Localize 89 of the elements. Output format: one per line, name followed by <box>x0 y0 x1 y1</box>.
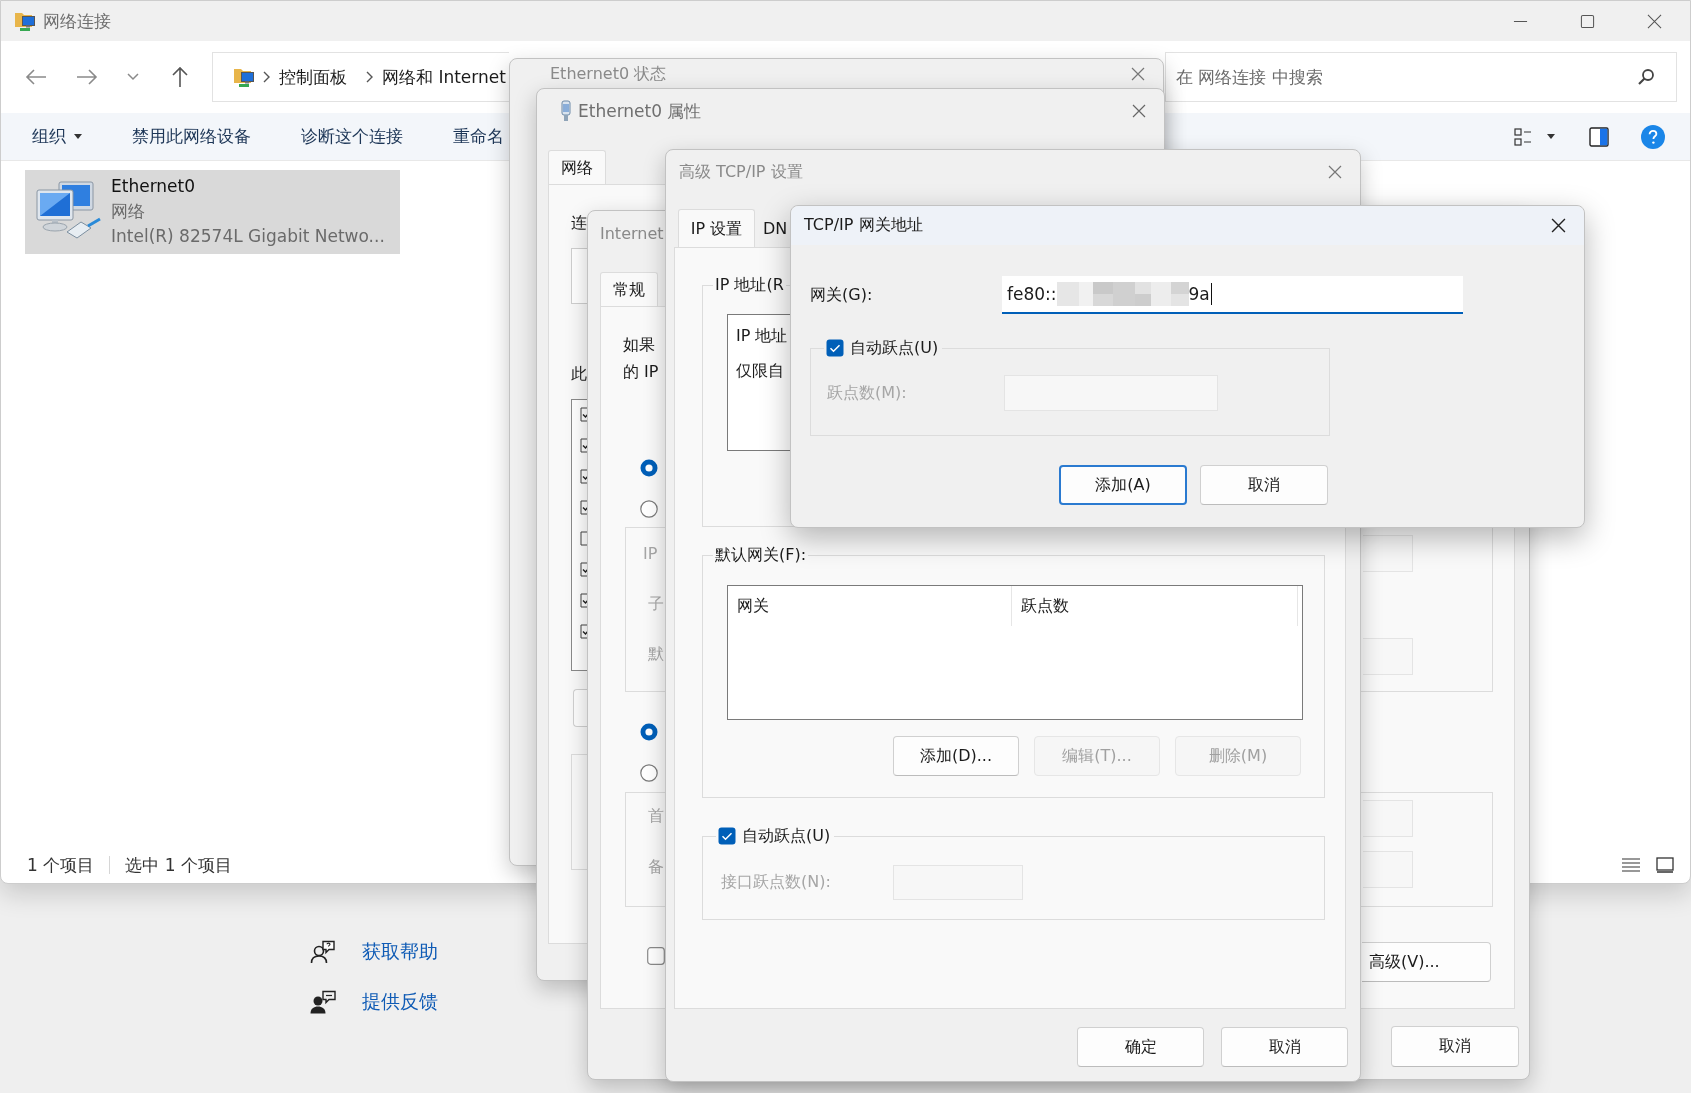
tab[interactable]: 网络 <box>548 150 606 185</box>
toolbar-button[interactable]: 重命名 <box>453 125 504 148</box>
cancel-button[interactable]: 取消 <box>1391 1026 1519 1067</box>
item-count: 1 个项目 <box>27 853 95 877</box>
address-field[interactable] <box>1363 535 1413 572</box>
adapter-name: Intel(R) 82574L Gigabit Netwo... <box>111 225 385 248</box>
group-label: 默认网关(F): <box>713 545 809 565</box>
address-list[interactable]: IP 地址 仅限自 <box>727 314 793 451</box>
dialog-title: Internet <box>600 224 664 243</box>
search-icon[interactable] <box>1637 68 1655 86</box>
input-text: 9a <box>1188 284 1210 304</box>
tiles-view-icon[interactable] <box>1656 857 1674 873</box>
radio-button[interactable] <box>640 459 658 477</box>
search-field[interactable]: 在 网络连接 中搜索 <box>1165 52 1677 102</box>
input-text: fe80:: <box>1007 284 1057 304</box>
help-chat-icon <box>310 940 336 964</box>
network-adapter-icon <box>560 100 572 122</box>
dns-field[interactable] <box>1363 800 1413 837</box>
field-label: 接口跃点数(N): <box>721 872 832 893</box>
dialog-title: Ethernet0 属性 <box>578 99 702 123</box>
field-label: 备 <box>648 857 664 877</box>
help-link[interactable]: 获取帮助 <box>362 939 438 965</box>
connection-name: Ethernet0 <box>111 175 197 198</box>
column-header[interactable]: 网关 <box>728 586 1012 626</box>
feedback-icon <box>310 990 336 1014</box>
description-text: 如果 <box>623 335 655 355</box>
details-view-icon[interactable] <box>1622 857 1640 873</box>
dialog-button[interactable]: 添加(A) <box>1059 465 1187 505</box>
checkbox-icon[interactable] <box>826 339 844 357</box>
up-arrow-icon[interactable] <box>171 66 189 88</box>
network-folder-icon <box>14 10 38 32</box>
dialog-title: 高级 TCP/IP 设置 <box>679 161 803 183</box>
selection-count: 选中 1 个项目 <box>125 853 232 877</box>
column-header[interactable]: IP 地址 <box>736 326 793 346</box>
breadcrumb-item[interactable]: 网络和 Internet <box>382 65 506 89</box>
tab[interactable]: 常规 <box>600 272 658 307</box>
address-bar[interactable]: 控制面板 网络和 Internet <box>212 52 509 102</box>
field-label: 默 <box>648 644 664 664</box>
back-arrow-icon[interactable] <box>25 68 47 86</box>
field-label: 连 <box>571 213 588 233</box>
field-label: IP <box>643 544 658 564</box>
field-label: 网关(G): <box>810 284 874 306</box>
column-header[interactable]: 跃点数 <box>1012 586 1298 626</box>
checkbox-icon[interactable] <box>647 947 665 965</box>
dialog-button[interactable]: 取消 <box>1200 465 1328 505</box>
chevron-right-icon[interactable] <box>366 71 373 83</box>
forward-arrow-icon[interactable] <box>76 68 98 86</box>
gateway-list[interactable]: 网关 跃点数 <box>727 585 1303 720</box>
feedback-link[interactable]: 提供反馈 <box>362 989 438 1015</box>
description-text: 的 IP <box>623 362 659 382</box>
field-label: 子 <box>648 594 664 614</box>
dns-field[interactable] <box>1363 851 1413 888</box>
toolbar-button[interactable]: 禁用此网络设备 <box>132 125 251 148</box>
connection-type: 网络 <box>111 200 146 223</box>
network-connection-item[interactable]: Ethernet0 网络 Intel(R) 82574L Gigabit Netwo... <box>25 170 400 254</box>
checkbox-icon[interactable] <box>718 827 736 845</box>
field-label: 首 <box>648 806 664 826</box>
chevron-right-icon[interactable] <box>263 71 270 83</box>
dialog-button[interactable]: 确定 <box>1077 1027 1204 1067</box>
advanced-button[interactable]: 高级(V)... <box>1362 942 1491 982</box>
list-label: 此 <box>571 364 588 384</box>
tab[interactable]: IP 设置 <box>678 209 755 248</box>
radio-button[interactable] <box>640 764 658 782</box>
toolbar-button[interactable]: 诊断这个连接 <box>301 125 403 148</box>
gateway-input[interactable]: fe80:: 9a <box>1002 276 1463 314</box>
list-row[interactable]: 仅限自 <box>736 361 793 381</box>
network-folder-icon <box>233 66 257 88</box>
gateway-action-button[interactable]: 添加(D)... <box>893 736 1019 776</box>
window-title: 网络连接 <box>43 9 111 33</box>
field-label: 跃点数(M): <box>827 382 908 404</box>
help-icon[interactable] <box>1641 124 1665 149</box>
checkbox-icon[interactable] <box>580 531 589 546</box>
address-field[interactable] <box>1363 638 1413 675</box>
toolbar-button[interactable]: 组织 <box>32 125 82 148</box>
view-options-icon[interactable] <box>1514 127 1532 146</box>
dialog-title: TCP/IP 网关地址 <box>804 215 923 236</box>
radio-button[interactable] <box>640 500 658 518</box>
dialog-button[interactable]: 取消 <box>1221 1027 1348 1067</box>
radio-button[interactable] <box>640 723 658 741</box>
breadcrumb-item[interactable]: 控制面板 <box>279 65 347 89</box>
caret-icon[interactable] <box>1547 134 1555 139</box>
group-label: IP 地址(R <box>713 275 786 295</box>
close-icon[interactable] <box>1551 218 1566 233</box>
preview-pane-icon[interactable] <box>1589 126 1609 147</box>
dialog-title: Ethernet0 状态 <box>550 63 667 85</box>
maximize-icon[interactable] <box>1580 13 1595 29</box>
tab[interactable]: DN <box>755 208 790 247</box>
text-cursor-icon <box>1210 283 1212 305</box>
chevron-down-icon[interactable] <box>127 73 139 81</box>
